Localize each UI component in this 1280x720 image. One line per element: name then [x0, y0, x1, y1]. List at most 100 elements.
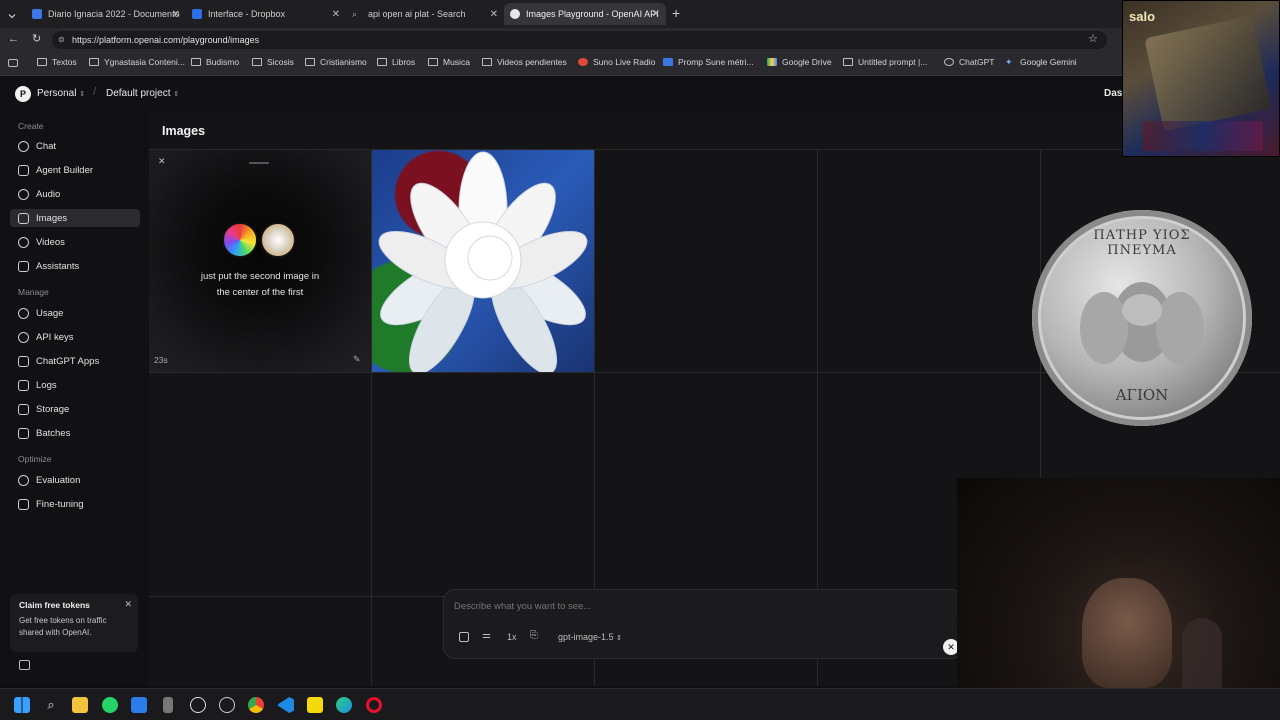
sidebar-item-usage[interactable]: Usage: [10, 304, 140, 322]
sidebar: Create Chat Agent Builder Audio Images V…: [0, 111, 148, 686]
bookmark[interactable]: Budismo: [191, 57, 239, 67]
close-icon[interactable]: ✕: [158, 156, 166, 167]
vscode-icon[interactable]: [278, 697, 294, 713]
chatgpt-icon[interactable]: [190, 697, 206, 713]
chrome-icon[interactable]: [248, 697, 264, 713]
settings-sliders-icon[interactable]: ⚌: [482, 630, 491, 641]
browser-tab[interactable]: ⌕ api open ai plat - Search ✕: [346, 3, 504, 25]
bookmark[interactable]: ✦ Google Gemini: [1005, 57, 1077, 67]
close-icon[interactable]: ✕: [124, 599, 132, 610]
bookmark[interactable]: Libros: [377, 57, 415, 67]
sidebar-item-fine-tuning[interactable]: Fine-tuning: [10, 495, 140, 513]
search-icon: ⌕: [352, 9, 358, 19]
bookmark[interactable]: Musica: [428, 57, 470, 67]
sidebar-item-batches[interactable]: Batches: [10, 424, 140, 442]
folder-icon: [252, 58, 262, 66]
bookmark-star-icon[interactable]: ☆: [1088, 32, 1098, 45]
sidebar-item-chat[interactable]: Chat: [10, 137, 140, 155]
prompt-input[interactable]: [454, 597, 934, 615]
webcam-overlay: [957, 478, 1280, 720]
folder-icon: [377, 58, 387, 66]
sidebar-item-api-keys[interactable]: API keys: [10, 328, 140, 346]
tab-title: Images Playground - OpenAI API: [526, 9, 659, 19]
close-tab-icon[interactable]: ✕: [172, 9, 180, 20]
browser-tab[interactable]: Interface - Dropbox ✕: [186, 3, 346, 25]
bookmark[interactable]: Untitled prompt |...: [843, 57, 927, 67]
bookmark[interactable]: Textos: [37, 57, 77, 67]
search-icon[interactable]: ⌕: [43, 697, 59, 713]
page-icon: [843, 58, 853, 66]
project-name: Default project: [106, 88, 171, 99]
evaluation-icon: [18, 474, 29, 486]
reading-list-icon[interactable]: [8, 59, 18, 67]
close-tab-icon[interactable]: ✕: [652, 9, 660, 20]
windows-start-icon[interactable]: [14, 697, 30, 713]
suno-icon: [578, 58, 588, 66]
site-info-icon[interactable]: ⊜: [58, 31, 65, 49]
project-switcher[interactable]: Default project ⇕: [106, 88, 179, 99]
tab-list-chevron-icon[interactable]: [7, 8, 17, 19]
browser-tab[interactable]: Diario Ignacia 2022 - Documento ✕: [26, 3, 186, 25]
bookmark[interactable]: Sicosis: [252, 57, 294, 67]
bookmark[interactable]: Cristianismo: [305, 57, 367, 67]
edit-icon[interactable]: ✎: [353, 354, 361, 365]
app-icon[interactable]: [219, 697, 235, 713]
usb-icon[interactable]: [163, 697, 173, 713]
prompt-composer: ⚌ 1x ⎘ gpt-image-1.5 ⇕: [443, 589, 963, 659]
bookmark-label: Textos: [52, 57, 77, 67]
opera-icon[interactable]: [366, 697, 382, 713]
bookmark[interactable]: Promp Sune métri...: [663, 57, 754, 67]
sidebar-item-chatgpt-apps[interactable]: ChatGPT Apps: [10, 352, 140, 370]
bookmark[interactable]: Videos pendientes: [482, 57, 567, 67]
sidebar-item-evaluation[interactable]: Evaluation: [10, 471, 140, 489]
folder-icon: [482, 58, 492, 66]
image-library-icon[interactable]: [459, 632, 469, 642]
folder-icon: [428, 58, 438, 66]
sidebar-toggle-icon[interactable]: [19, 660, 30, 670]
attach-icon[interactable]: ⎘: [530, 630, 538, 641]
sidebar-item-label: Images: [36, 212, 68, 224]
sidebar-item-images[interactable]: Images: [10, 209, 140, 227]
bookmark[interactable]: Suno Live Radio: [578, 57, 655, 67]
close-tab-icon[interactable]: ✕: [332, 9, 340, 20]
edge-icon[interactable]: [336, 697, 352, 713]
bookmark[interactable]: Ygnastasia Conteni...: [89, 57, 185, 67]
generated-image[interactable]: [372, 150, 594, 372]
close-tab-icon[interactable]: ✕: [490, 9, 498, 20]
drag-handle[interactable]: [249, 162, 269, 164]
separator: /: [93, 86, 97, 98]
docs-icon: [32, 9, 42, 19]
back-icon[interactable]: ←: [8, 33, 19, 45]
lotus-flower-image: [378, 151, 588, 372]
org-avatar[interactable]: P: [15, 86, 31, 102]
sticky-notes-icon[interactable]: [307, 697, 323, 713]
image-icon: [18, 212, 29, 224]
generation-card[interactable]: ✕ just put the second image in the cente…: [149, 150, 371, 372]
sidebar-item-logs[interactable]: Logs: [10, 376, 140, 394]
whatsapp-icon[interactable]: [102, 697, 118, 713]
file-explorer-icon[interactable]: [72, 697, 88, 713]
app-icon[interactable]: [131, 697, 147, 713]
image-count[interactable]: 1x: [507, 632, 517, 642]
model-select[interactable]: gpt-image-1.5 ⇕: [558, 632, 622, 642]
bookmark[interactable]: Google Drive: [767, 57, 832, 67]
sidebar-item-storage[interactable]: Storage: [10, 400, 140, 418]
url-field[interactable]: ⊜ https://platform.openai.com/playground…: [52, 31, 1107, 49]
sidebar-item-assistants[interactable]: Assistants: [10, 257, 140, 275]
coin-image: ΠΑΤΗΡ ΥΙΟΣ ΠΝΕΥΜΑ ΑΓΙΟΝ: [1032, 210, 1252, 426]
agent-icon: [18, 164, 29, 176]
coin-inscription-top: ΠΑΤΗΡ ΥΙΟΣ ΠΝΕΥΜΑ: [1093, 228, 1191, 258]
org-switcher[interactable]: Personal ⇕: [37, 88, 85, 99]
bookmark[interactable]: ChatGPT: [944, 57, 994, 67]
taskbar: ⌕: [0, 688, 1280, 720]
dropbox-icon: [192, 9, 202, 19]
sidebar-item-videos[interactable]: Videos: [10, 233, 140, 251]
browser-tab-active[interactable]: Images Playground - OpenAI API ✕: [504, 3, 666, 25]
google-drive-icon: [767, 58, 777, 66]
page-title: Images: [162, 124, 206, 138]
sidebar-item-agent-builder[interactable]: Agent Builder: [10, 161, 140, 179]
section-label-optimize: Optimize: [18, 454, 52, 464]
reload-icon[interactable]: ↻: [32, 32, 41, 45]
sidebar-item-audio[interactable]: Audio: [10, 185, 140, 203]
new-tab-icon[interactable]: +: [672, 5, 680, 21]
